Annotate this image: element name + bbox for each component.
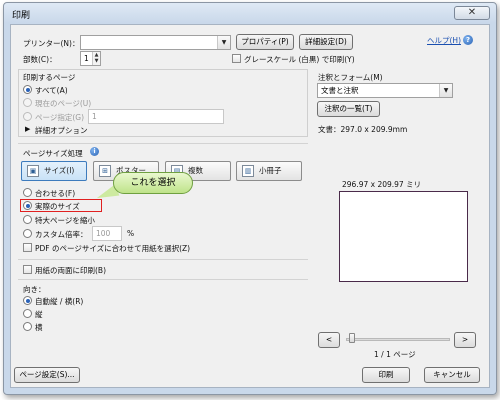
- next-page-button[interactable]: >: [454, 332, 476, 348]
- printer-label: プリンター(N)：: [23, 39, 80, 48]
- duplex-checkbox[interactable]: [23, 265, 32, 274]
- fit-label: 合わせる(F): [35, 189, 76, 198]
- advanced-button[interactable]: 詳細設定(D): [299, 34, 353, 50]
- page-setup-button[interactable]: ページ設定(S)...: [14, 367, 80, 383]
- summarize-comments-button[interactable]: 注釈の一覧(T): [317, 101, 380, 117]
- preview-page-size: 296.97 x 209.97 ミリ: [342, 180, 422, 189]
- print-button[interactable]: 印刷: [362, 367, 410, 383]
- percent-label: %: [127, 229, 135, 238]
- properties-button[interactable]: プロパティ(P): [236, 34, 294, 50]
- pages-current-label: 現在のページ(U): [35, 99, 92, 108]
- orientation-landscape-radio[interactable]: [23, 322, 32, 331]
- orientation-heading: 向き：: [23, 285, 46, 294]
- title-bar: 印刷 ✕: [4, 3, 496, 25]
- page-handling-heading: ページサイズ処理: [23, 149, 83, 158]
- page-slider-track[interactable]: [346, 338, 450, 341]
- booklet-icon: ▥: [242, 165, 254, 177]
- section-divider: [18, 259, 308, 260]
- help-link[interactable]: ヘルプ(H): [427, 35, 461, 46]
- triangle-right-icon[interactable]: ▶: [25, 125, 30, 133]
- grayscale-label: グレースケール (白黒) で印刷(Y): [244, 55, 355, 64]
- document-size: 文書：297.0 x 209.9mm: [318, 125, 408, 134]
- pages-range-input[interactable]: 1: [88, 109, 224, 124]
- preview-page: [339, 191, 468, 282]
- orientation-auto-label: 自動縦 / 横(R): [35, 297, 84, 306]
- size-button-label: サイズ(I): [44, 166, 75, 175]
- booklet-button-label: 小冊子: [259, 166, 282, 175]
- section-divider: [18, 279, 308, 280]
- grayscale-checkbox[interactable]: [232, 54, 241, 63]
- spinner-icon[interactable]: ▲ ▼: [92, 52, 100, 65]
- actual-size-radio[interactable]: [23, 201, 32, 210]
- close-button[interactable]: ✕: [454, 6, 490, 20]
- copies-label: 部数(C)：: [23, 55, 57, 64]
- orientation-portrait-radio[interactable]: [23, 309, 32, 318]
- fit-radio[interactable]: [23, 188, 32, 197]
- help-icon[interactable]: ?: [463, 35, 473, 45]
- comments-forms-value: 文書と注釈: [321, 86, 359, 95]
- size-button[interactable]: ▣ サイズ(I): [21, 161, 87, 181]
- shrink-label: 特大ページを縮小: [35, 216, 95, 225]
- pages-all-radio[interactable]: [23, 85, 32, 94]
- close-icon: ✕: [467, 7, 477, 18]
- choose-paper-checkbox[interactable]: [23, 243, 32, 252]
- custom-scale-input[interactable]: 100: [92, 226, 122, 241]
- booklet-button[interactable]: ▥ 小冊子: [236, 161, 302, 181]
- section-divider: [18, 143, 308, 144]
- printer-select[interactable]: ▼: [80, 35, 231, 50]
- more-options-link[interactable]: 詳細オプション: [35, 125, 88, 136]
- pages-current-radio[interactable]: [23, 98, 32, 107]
- poster-icon: ⊞: [99, 165, 111, 177]
- duplex-label: 用紙の両面に印刷(B): [35, 266, 106, 275]
- custom-scale-label: カスタム倍率：: [35, 230, 88, 239]
- pages-range-radio[interactable]: [23, 112, 32, 121]
- window-title: 印刷: [12, 11, 31, 21]
- chevron-down-icon: ▼: [439, 84, 452, 97]
- help-icon[interactable]: i: [90, 147, 99, 156]
- choose-paper-label: PDF のページサイズに合わせて用紙を選択(Z): [35, 244, 191, 253]
- size-page-icon: ▣: [27, 165, 39, 177]
- actual-size-label: 実際のサイズ: [35, 202, 80, 211]
- previous-page-button[interactable]: <: [318, 332, 340, 348]
- copies-input[interactable]: 1 ▲ ▼: [80, 51, 101, 66]
- page-counter: 1 / 1 ページ: [374, 350, 416, 359]
- copies-value: 1: [84, 54, 89, 63]
- orientation-portrait-label: 縦: [35, 310, 43, 319]
- page-slider-thumb[interactable]: [349, 333, 355, 343]
- callout-bubble: これを選択: [113, 172, 193, 194]
- pages-all-label: すべて(A): [35, 86, 68, 95]
- orientation-landscape-label: 横: [35, 323, 43, 332]
- orientation-auto-radio[interactable]: [23, 296, 32, 305]
- pages-heading: 印刷するページ: [23, 73, 76, 82]
- shrink-radio[interactable]: [23, 215, 32, 224]
- comments-forms-heading: 注釈とフォーム(M): [318, 73, 383, 82]
- chevron-down-icon: ▼: [217, 36, 230, 49]
- pages-range-label: ページ指定(G): [35, 113, 85, 122]
- custom-scale-radio[interactable]: [23, 229, 32, 238]
- cancel-button[interactable]: キャンセル: [424, 367, 480, 383]
- comments-forms-select[interactable]: 文書と注釈 ▼: [317, 83, 453, 98]
